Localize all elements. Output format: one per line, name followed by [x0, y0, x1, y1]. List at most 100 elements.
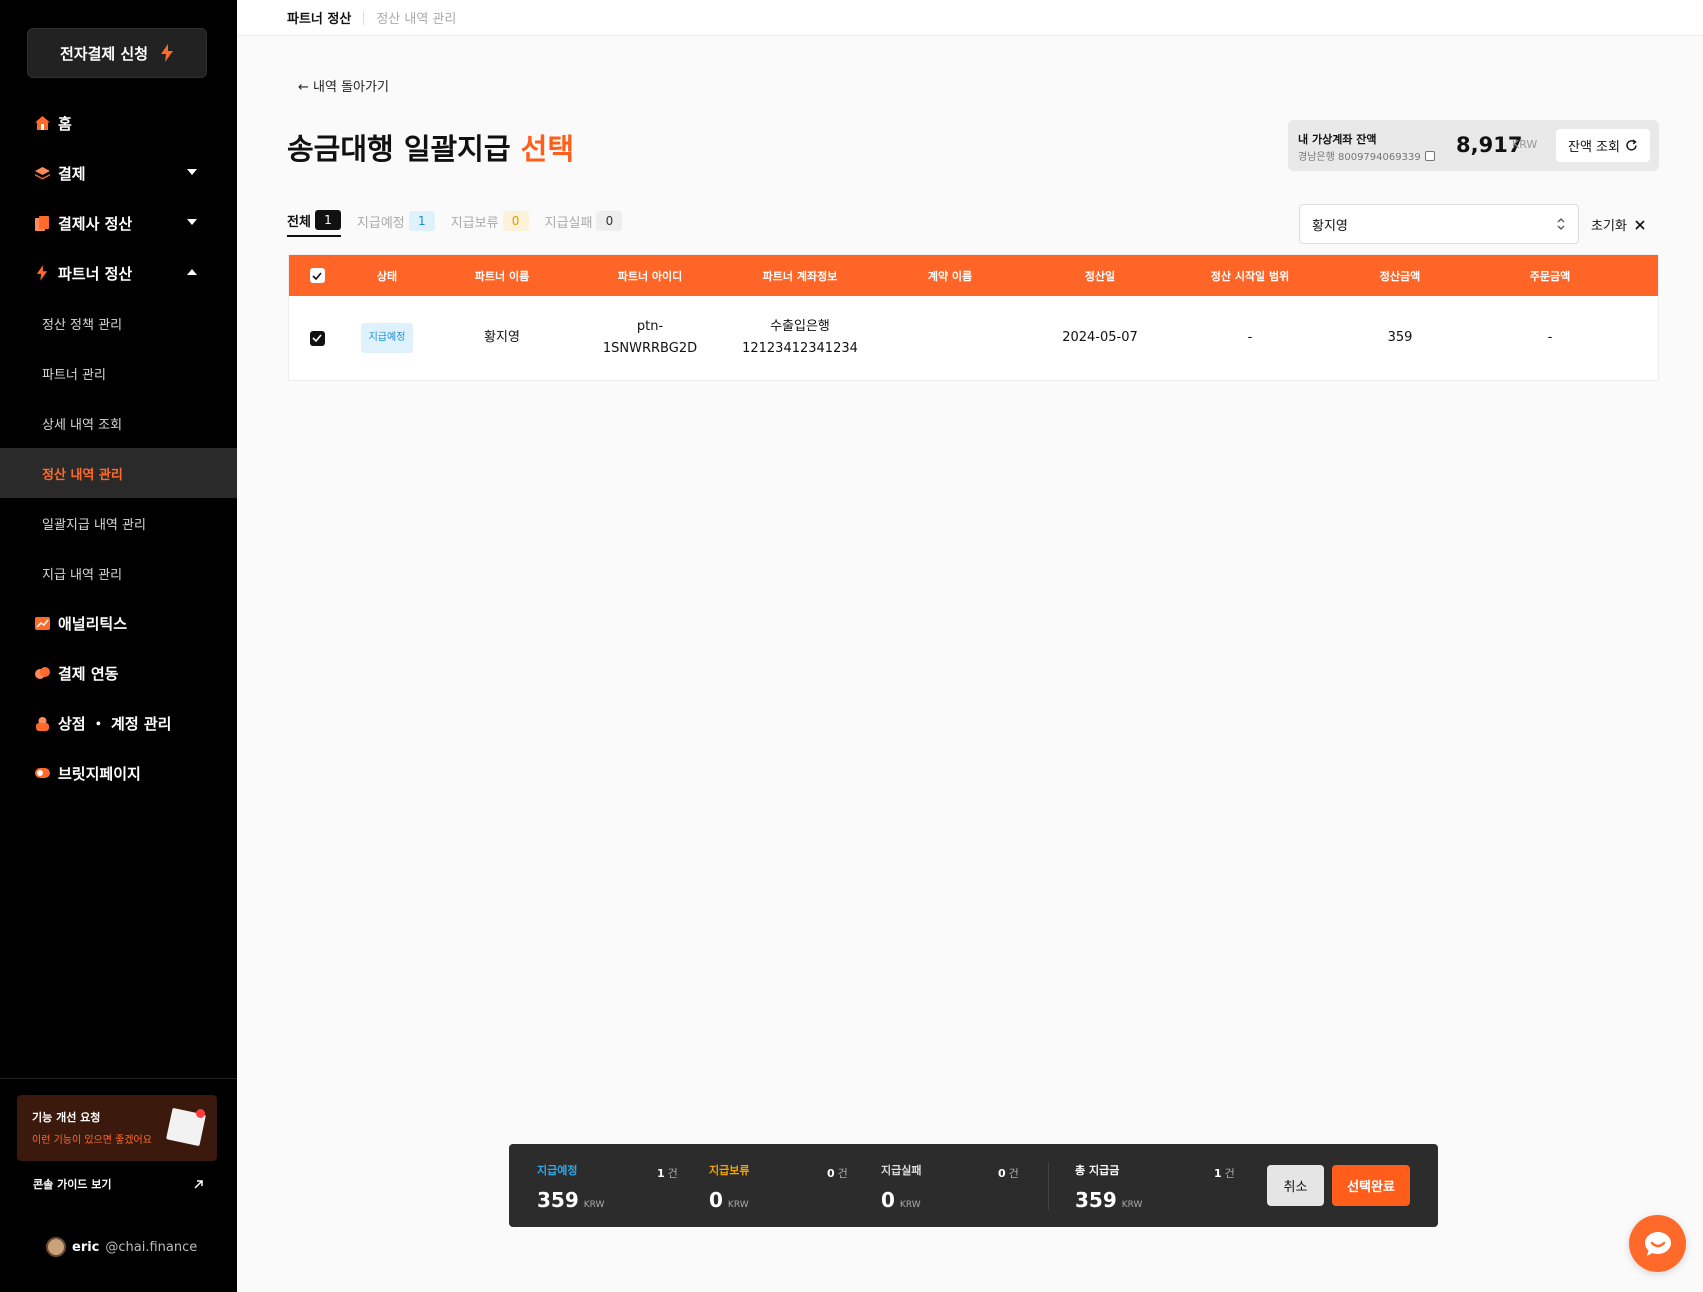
- sidebar-subitem-label: 정산 정책 관리: [42, 317, 123, 333]
- sidebar-item-label: 결제 연동: [58, 664, 119, 683]
- account-number: 경남은행 8009794069339: [1298, 152, 1421, 163]
- row-checkbox[interactable]: [309, 330, 325, 346]
- partner-filter-select[interactable]: 황지영: [1299, 204, 1579, 244]
- console-guide-link[interactable]: 콘솔 가이드 보기: [33, 1176, 203, 1192]
- back-label: ← 내역 돌아가기: [298, 80, 389, 95]
- summary-total-count: 1건: [1214, 1165, 1235, 1181]
- sidebar-subitem-payout[interactable]: 지급 내역 관리: [0, 548, 237, 598]
- table-row[interactable]: 지급예정 황지영 ptn- 1SNWRRBG2D 수출입은행 121234123…: [289, 296, 1658, 380]
- amount-value: 359: [537, 1188, 579, 1212]
- back-link[interactable]: ← 내역 돌아가기: [298, 76, 389, 95]
- count-unit: 건: [1224, 1167, 1235, 1180]
- confirm-selection-button[interactable]: 선택완료: [1332, 1165, 1410, 1206]
- lightning-icon: [161, 44, 174, 62]
- count-unit: 건: [837, 1167, 848, 1180]
- select-all-cell: [289, 268, 345, 283]
- sidebar-item-pg-settlement[interactable]: 결제사 정산: [0, 198, 237, 248]
- sidebar-item-label: 브릿지페이지: [58, 764, 141, 783]
- amount-value: 0: [881, 1188, 895, 1212]
- sidebar-item-partner-settlement[interactable]: 파트너 정산: [0, 248, 237, 298]
- sidebar-item-label: 파트너 정산: [58, 264, 133, 283]
- check-icon: [312, 271, 322, 280]
- sidebar-item-payment[interactable]: 결제: [0, 148, 237, 198]
- select-all-checkbox[interactable]: [309, 268, 325, 283]
- status-tabs: 전체 1 지급예정 1 지급보류 0 지급실패 0: [287, 210, 623, 237]
- breadcrumb-separator: [363, 10, 365, 25]
- sidebar-item-integration[interactable]: 결제 연동: [0, 648, 237, 698]
- header-status: 상태: [376, 269, 398, 283]
- count-value: 1: [1214, 1167, 1222, 1180]
- summary-scheduled-amount: 359 KRW: [537, 1188, 604, 1212]
- sidebar-item-label: 상점 ・ 계정 관리: [58, 714, 172, 733]
- sidebar-subitem-partners[interactable]: 파트너 관리: [0, 348, 237, 398]
- table-header: 상태 파트너 이름 파트너 아이디 파트너 계좌정보 계약 이름 정산일 정산 …: [289, 255, 1658, 296]
- sidebar-item-home[interactable]: 홈: [0, 98, 237, 148]
- bank-account: 12123412341234: [742, 341, 858, 356]
- tab-label: 지급실패: [544, 215, 593, 231]
- tab-failed[interactable]: 지급실패 0: [545, 210, 623, 237]
- user-domain: @chai.finance: [105, 1239, 198, 1255]
- sidebar-item-store-account[interactable]: 상점 ・ 계정 관리: [0, 698, 237, 748]
- count-unit: 건: [1008, 1167, 1019, 1180]
- sidebar-item-label: 결제: [58, 164, 86, 183]
- row-settle-range: -: [1247, 330, 1253, 345]
- summary-total: 총 지급금 359 KRW: [1075, 1162, 1142, 1212]
- summary-divider: [1048, 1162, 1049, 1210]
- row-partner-account: 수출입은행 12123412341234: [725, 316, 875, 360]
- partner-id-line2: 1SNWRRBG2D: [602, 341, 698, 356]
- tab-hold[interactable]: 지급보류 0: [451, 210, 529, 237]
- avatar: [46, 1237, 66, 1257]
- sidebar-subitem-label: 일괄지급 내역 관리: [42, 517, 146, 533]
- tab-count-badge: 0: [596, 211, 623, 231]
- check-balance-button[interactable]: 잔액 조회: [1556, 129, 1650, 162]
- close-icon: [1635, 219, 1645, 230]
- row-partner-name: 황지영: [484, 330, 520, 345]
- header-partner-id: 파트너 아이디: [617, 269, 683, 283]
- summary-hold-count: 0건: [827, 1165, 848, 1181]
- chart-icon: [34, 615, 50, 631]
- status-badge: 지급예정: [360, 323, 414, 353]
- cancel-button[interactable]: 취소: [1267, 1165, 1324, 1206]
- header-partner-name: 파트너 이름: [474, 269, 530, 283]
- chat-button[interactable]: [1629, 1215, 1686, 1272]
- row-select-cell: [289, 330, 345, 346]
- breadcrumb-partner-settlement[interactable]: 파트너 정산: [287, 8, 351, 27]
- check-balance-label: 잔액 조회: [1568, 140, 1620, 155]
- summary-failed: 지급실패 0 KRW: [881, 1162, 921, 1212]
- summary-hold-amount: 0 KRW: [709, 1188, 749, 1212]
- apply-button-label: 전자결제 신청: [59, 44, 149, 63]
- tab-scheduled[interactable]: 지급예정 1: [357, 210, 435, 237]
- reset-label: 초기화: [1591, 219, 1627, 234]
- tab-label: 지급예정: [356, 215, 405, 231]
- sidebar-subitem-settlement-history[interactable]: 정산 내역 관리: [0, 448, 237, 498]
- sidebar-subitem-details[interactable]: 상세 내역 조회: [0, 398, 237, 448]
- store-icon: [34, 715, 50, 731]
- tab-all[interactable]: 전체 1: [287, 210, 341, 237]
- tab-count-badge: 1: [408, 211, 435, 231]
- copy-icon[interactable]: [1424, 150, 1435, 161]
- apply-payment-button[interactable]: 전자결제 신청: [27, 28, 207, 78]
- layers-icon: [34, 165, 50, 181]
- summary-failed-label: 지급실패: [881, 1164, 922, 1177]
- page-title-main: 송금대행 일괄지급: [287, 132, 511, 166]
- breadcrumb-settlement-history[interactable]: 정산 내역 관리: [376, 8, 456, 27]
- sidebar-subitem-bulk-payout[interactable]: 일괄지급 내역 관리: [0, 498, 237, 548]
- balance-unit: KRW: [1512, 138, 1538, 151]
- page-title-accent: 선택: [520, 132, 575, 166]
- user-profile[interactable]: eric @chai.finance: [46, 1237, 197, 1257]
- sidebar-subitem-policy[interactable]: 정산 정책 관리: [0, 298, 237, 348]
- summary-scheduled-label: 지급예정: [537, 1164, 578, 1177]
- sidebar-item-analytics[interactable]: 애널리틱스: [0, 598, 237, 648]
- sidebar-divider: [0, 1078, 237, 1079]
- reset-filter-button[interactable]: 초기화: [1591, 215, 1645, 234]
- tab-label: 전체: [287, 214, 311, 230]
- sidebar-item-bridge-page[interactable]: 브릿지페이지: [0, 748, 237, 798]
- tab-count-badge: 1: [314, 210, 341, 230]
- payout-summary-bar: 지급예정 359 KRW 1건 지급보류 0 KRW 0건 지급실패 0 KRW…: [509, 1144, 1438, 1227]
- sidebar-item-label: 결제사 정산: [58, 214, 133, 233]
- row-partner-id: ptn- 1SNWRRBG2D: [575, 316, 725, 360]
- row-order-amount: -: [1547, 330, 1553, 345]
- feature-request-card[interactable]: 기능 개선 요청 이런 기능이 있으면 좋겠어요: [17, 1095, 217, 1161]
- balance-label: 내 가상계좌 잔액: [1298, 133, 1377, 146]
- header-contract-name: 계약 이름: [927, 269, 973, 283]
